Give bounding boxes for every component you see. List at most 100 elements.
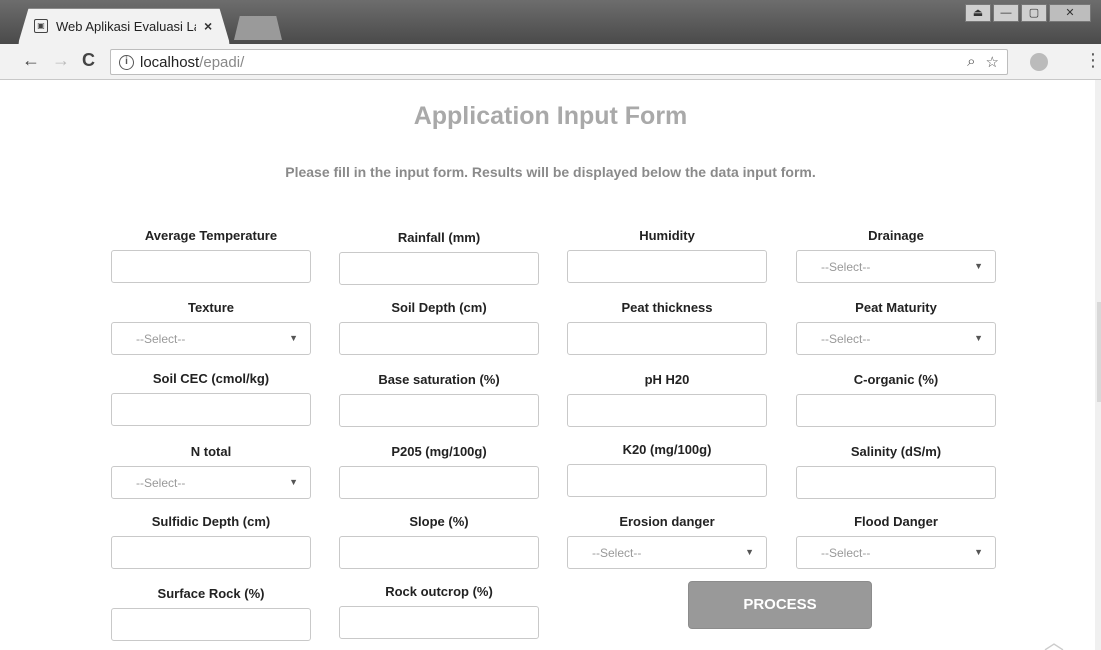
window-controls: ⏏ — ▢ ✕ <box>965 4 1091 22</box>
drainage-select[interactable]: --Select-- ▼ <box>796 250 996 283</box>
field-soil-cec: Soil CEC (cmol/kg) <box>111 371 311 426</box>
process-button[interactable]: PROCESS <box>688 581 872 629</box>
favicon-icon: ▣ <box>34 19 48 33</box>
scrollbar-thumb[interactable] <box>1097 302 1101 402</box>
url-path: /epadi/ <box>199 53 245 71</box>
scroll-up-chevron-icon[interactable]: ︿ <box>1044 626 1064 650</box>
field-label: Base saturation (%) <box>378 372 500 387</box>
select-value: --Select-- <box>136 475 186 490</box>
base-saturation-input[interactable] <box>339 394 539 427</box>
dropdown-arrow-icon: ▼ <box>974 333 983 343</box>
humidity-input[interactable] <box>567 250 767 283</box>
soil-depth-input[interactable] <box>339 322 539 355</box>
field-label: K20 (mg/100g) <box>622 442 712 457</box>
surface-rock-input[interactable] <box>111 608 311 641</box>
reload-icon[interactable]: C <box>82 50 95 71</box>
browser-tab[interactable]: ▣ Web Aplikasi Evaluasi La × <box>18 8 230 44</box>
erosion-danger-select[interactable]: --Select-- ▼ <box>567 536 767 569</box>
field-label: Texture <box>188 300 234 315</box>
field-surface-rock: Surface Rock (%) <box>111 586 311 641</box>
field-ph-h20: pH H20 <box>567 372 767 427</box>
field-peat-thickness: Peat thickness <box>567 300 767 355</box>
field-peat-maturity: Peat Maturity --Select-- ▼ <box>796 300 996 355</box>
dropdown-arrow-icon: ▼ <box>974 261 983 271</box>
texture-select[interactable]: --Select-- ▼ <box>111 322 311 355</box>
browser-titlebar: ▣ Web Aplikasi Evaluasi La × ⏏ — ▢ ✕ <box>0 0 1101 44</box>
zoom-icon[interactable]: ⌕ <box>967 53 975 71</box>
peat-maturity-select[interactable]: --Select-- ▼ <box>796 322 996 355</box>
field-label: Rainfall (mm) <box>397 230 481 245</box>
field-sulfidic-depth: Sulfidic Depth (cm) <box>111 514 311 569</box>
window-close-icon[interactable]: ✕ <box>1049 4 1091 22</box>
address-bar[interactable]: i localhost/epadi/ ⌕ ☆ <box>110 49 1008 75</box>
field-label: Slope (%) <box>409 514 469 529</box>
field-label: N total <box>190 444 232 459</box>
tab-close-icon[interactable]: × <box>204 18 212 34</box>
field-average-temperature: Average Temperature <box>111 228 311 283</box>
field-rainfall: Rainfall (mm) <box>339 230 539 285</box>
flood-danger-select[interactable]: --Select-- ▼ <box>796 536 996 569</box>
field-base-saturation: Base saturation (%) <box>339 372 539 427</box>
minimize-icon[interactable]: — <box>993 4 1019 22</box>
field-k20: K20 (mg/100g) <box>567 442 767 497</box>
field-label: Soil Depth (cm) <box>391 300 487 315</box>
field-label: Sulfidic Depth (cm) <box>151 514 271 529</box>
rainfall-input[interactable] <box>339 252 539 285</box>
salinity-input[interactable] <box>796 466 996 499</box>
field-erosion-danger: Erosion danger --Select-- ▼ <box>567 514 767 569</box>
field-label: Rock outcrop (%) <box>385 584 493 599</box>
select-value: --Select-- <box>136 331 186 346</box>
field-label: Salinity (dS/m) <box>850 444 942 459</box>
slope-input[interactable] <box>339 536 539 569</box>
bookmark-star-icon[interactable]: ☆ <box>986 53 999 71</box>
dropdown-arrow-icon: ▼ <box>745 547 754 557</box>
select-value: --Select-- <box>821 259 871 274</box>
field-humidity: Humidity <box>567 228 767 283</box>
ph-h20-input[interactable] <box>567 394 767 427</box>
field-slope: Slope (%) <box>339 514 539 569</box>
forward-icon[interactable]: → <box>52 50 70 71</box>
back-icon[interactable]: ← <box>22 50 40 71</box>
menu-icon[interactable]: ⋮ <box>1084 50 1101 71</box>
peat-thickness-input[interactable] <box>567 322 767 355</box>
field-label: Flood Danger <box>854 514 938 529</box>
field-label: pH H20 <box>644 372 690 387</box>
info-icon[interactable]: i <box>119 54 134 70</box>
field-texture: Texture --Select-- ▼ <box>111 300 311 355</box>
field-label: Surface Rock (%) <box>157 586 265 601</box>
soil-cec-input[interactable] <box>111 393 311 426</box>
field-soil-depth: Soil Depth (cm) <box>339 300 539 355</box>
average-temperature-input[interactable] <box>111 250 311 283</box>
user-icon[interactable]: ⏏ <box>965 4 991 22</box>
dropdown-arrow-icon: ▼ <box>289 477 298 487</box>
field-label: C-organic (%) <box>853 372 939 387</box>
sulfidic-depth-input[interactable] <box>111 536 311 569</box>
k20-input[interactable] <box>567 464 767 497</box>
page-scrollbar[interactable] <box>1095 80 1101 650</box>
n-total-select[interactable]: --Select-- ▼ <box>111 466 311 499</box>
page-title: Application Input Form <box>413 102 688 130</box>
field-label: Peat thickness <box>621 300 713 315</box>
field-salinity: Salinity (dS/m) <box>796 444 996 499</box>
field-n-total: N total --Select-- ▼ <box>111 444 311 499</box>
field-label: P205 (mg/100g) <box>391 444 487 459</box>
select-value: --Select-- <box>821 331 871 346</box>
select-value: --Select-- <box>821 545 871 560</box>
field-label: Humidity <box>639 228 695 243</box>
field-label: Peat Maturity <box>855 300 937 315</box>
field-drainage: Drainage --Select-- ▼ <box>796 228 996 283</box>
rock-outcrop-input[interactable] <box>339 606 539 639</box>
tab-title: Web Aplikasi Evaluasi La <box>56 18 196 34</box>
new-tab-button[interactable] <box>234 16 282 40</box>
dropdown-arrow-icon: ▼ <box>289 333 298 343</box>
field-label: Soil CEC (cmol/kg) <box>152 371 270 386</box>
extension-icon[interactable] <box>1030 53 1048 71</box>
page-subtitle: Please fill in the input form. Results w… <box>285 164 816 180</box>
field-flood-danger: Flood Danger --Select-- ▼ <box>796 514 996 569</box>
url-host: localhost <box>140 53 200 71</box>
field-c-organic: C-organic (%) <box>796 372 996 427</box>
maximize-icon[interactable]: ▢ <box>1021 4 1047 22</box>
c-organic-input[interactable] <box>796 394 996 427</box>
p205-input[interactable] <box>339 466 539 499</box>
field-label: Average Temperature <box>144 228 278 243</box>
